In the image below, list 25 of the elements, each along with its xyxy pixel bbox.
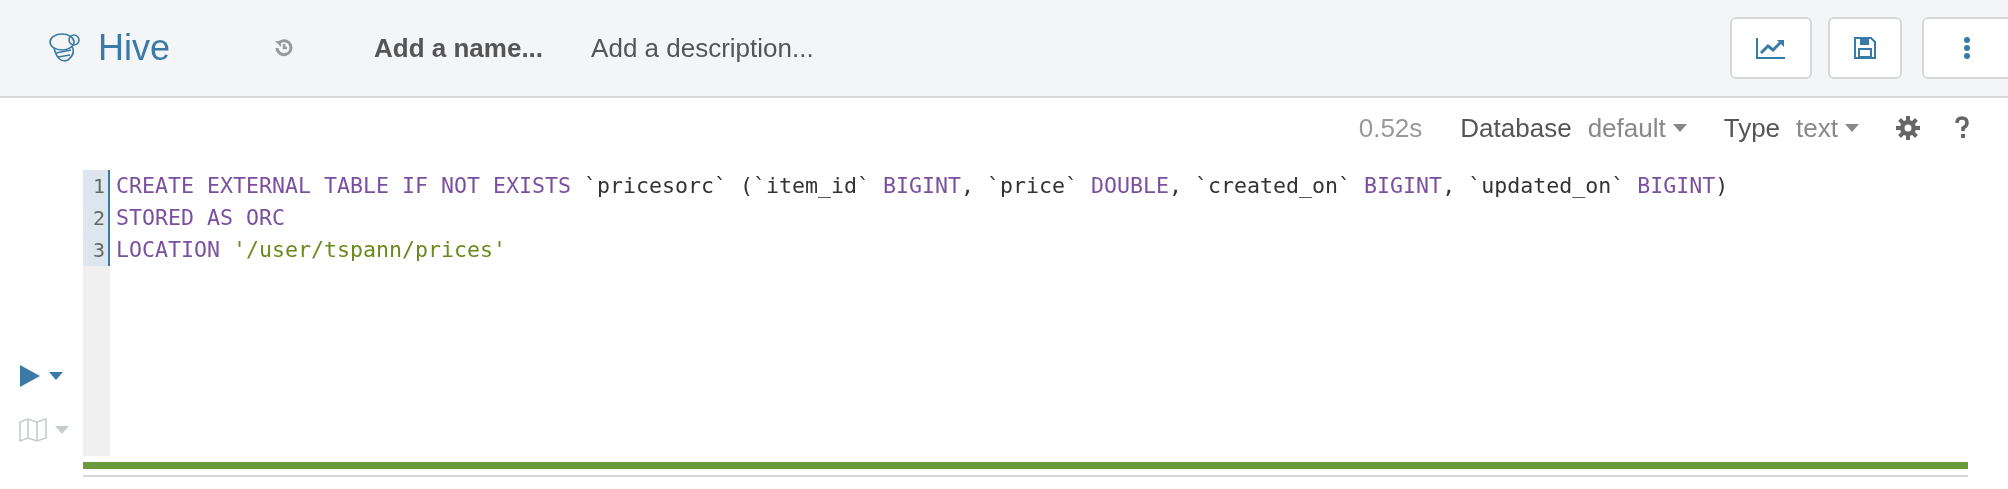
more-icon: [1963, 36, 1971, 60]
settings-icon[interactable]: [1896, 116, 1920, 140]
type-dropdown[interactable]: text: [1796, 112, 1860, 144]
type-label: Type: [1723, 112, 1781, 144]
duration-text: 0.52s: [1358, 112, 1423, 144]
code-line[interactable]: LOCATION '/user/tspann/prices': [116, 234, 1729, 266]
save-button[interactable]: [1828, 17, 1902, 79]
line-number: 3: [83, 234, 110, 266]
caret-icon[interactable]: [49, 372, 63, 380]
description-field[interactable]: Add a description...: [591, 32, 814, 64]
code-line[interactable]: CREATE EXTERNAL TABLE IF NOT EXISTS `pricesorc` (`item_id` BIGINT, `price` DOUBLE, `created_on` BIGINT, `updated_on` BIGINT): [116, 170, 1729, 202]
chart-button[interactable]: [1730, 17, 1812, 79]
save-icon: [1853, 36, 1877, 60]
line-number: 2: [83, 202, 110, 234]
caret-icon: [1671, 123, 1688, 133]
database-dropdown[interactable]: default: [1587, 112, 1688, 144]
caret-icon: [1844, 123, 1860, 133]
name-field[interactable]: Add a name...: [374, 32, 544, 64]
database-label: Database: [1460, 112, 1572, 144]
code-line[interactable]: STORED AS ORC: [116, 202, 1729, 234]
chart-icon: [1755, 36, 1787, 60]
play-icon[interactable]: [19, 364, 41, 388]
help-icon[interactable]: [1954, 116, 1970, 140]
app-title[interactable]: Hive: [98, 27, 171, 69]
line-number: 1: [83, 170, 110, 202]
